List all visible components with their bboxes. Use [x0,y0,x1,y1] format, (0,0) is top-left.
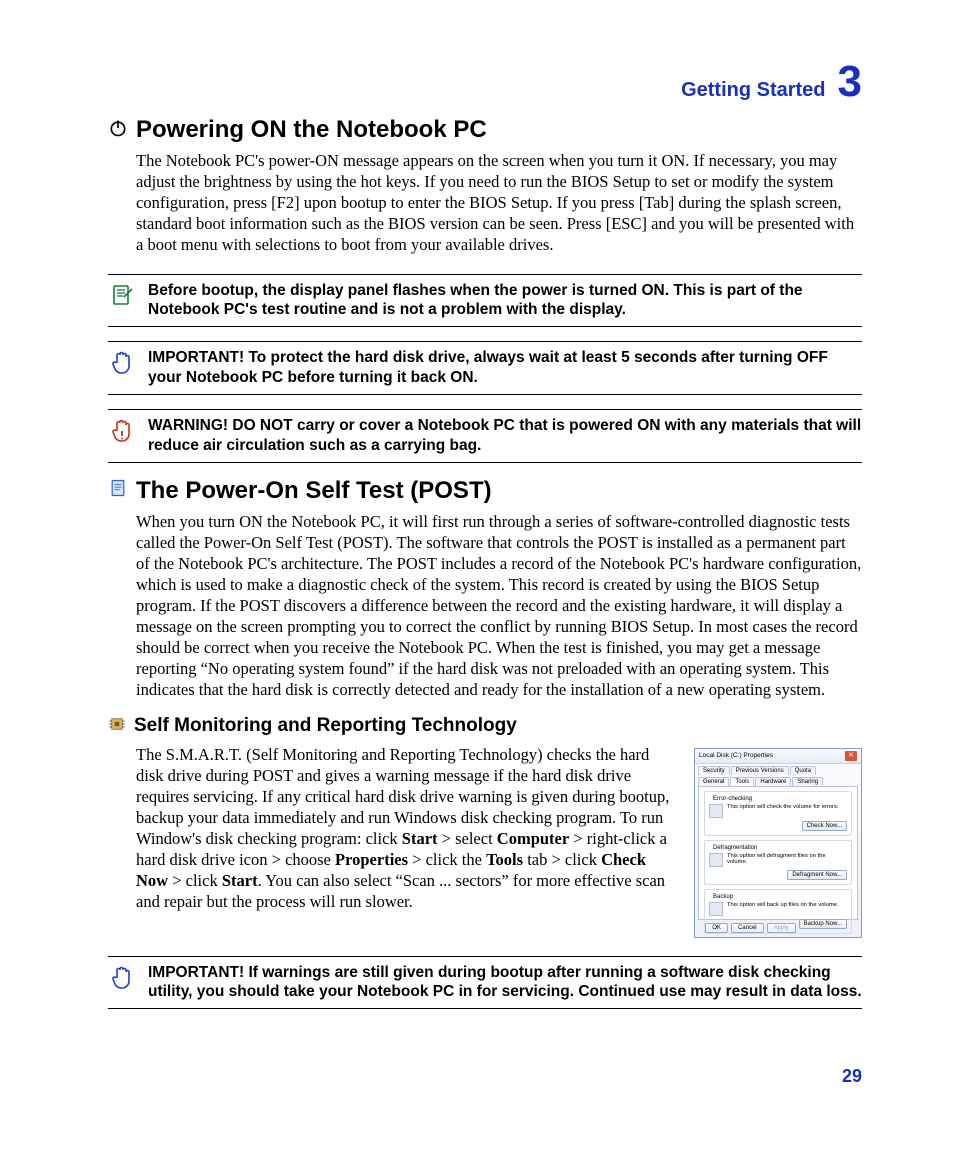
chapter-number: 3 [838,60,862,104]
tab-sharing[interactable]: Sharing [792,777,823,786]
section-heading: The Power-On Self Test (POST) [136,477,492,505]
document-icon [108,478,128,503]
note-text: IMPORTANT! If warnings are still given d… [148,963,862,1003]
apply-button[interactable]: Apply [767,923,796,933]
page-number: 29 [842,1066,862,1087]
properties-dialog: Local Disk (C:) Properties ✕ Security Pr… [694,748,862,938]
section-post: The Power-On Self Test (POST) When you t… [108,477,862,938]
tab-tools[interactable]: Tools [730,777,754,786]
note-text: WARNING! DO NOT carry or cover a Noteboo… [148,416,862,456]
chapter-header: Getting Started 3 [108,60,862,104]
check-now-button[interactable]: Check Now... [802,821,847,831]
dialog-title: Local Disk (C:) Properties [699,752,773,759]
tab-previous-versions[interactable]: Previous Versions [731,766,789,775]
tab-security[interactable]: Security [698,766,730,775]
manual-page: Getting Started 3 Powering ON the Notebo… [0,0,954,1149]
dialog-tab-row-1: Security Previous Versions Quota [695,764,861,775]
dialog-tab-row-2: General Tools Hardware Sharing [695,775,861,786]
section-body: When you turn ON the Notebook PC, it wil… [136,511,862,701]
power-icon [108,118,128,143]
note-important-servicing: IMPORTANT! If warnings are still given d… [108,956,862,1010]
note-important: IMPORTANT! To protect the hard disk driv… [108,341,862,395]
subsection-body: The S.M.A.R.T. (Self Monitoring and Repo… [136,744,680,913]
chip-icon [108,715,126,738]
tab-quota[interactable]: Quota [790,766,816,775]
defrag-icon [709,853,723,867]
ok-button[interactable]: OK [705,923,728,933]
defragment-now-button[interactable]: Defragment Now... [787,870,847,880]
cancel-button[interactable]: Cancel [731,923,764,933]
hand-stop-icon [108,348,136,376]
section-heading: Powering ON the Notebook PC [136,116,487,144]
note-icon [108,281,136,307]
note-text: Before bootup, the display panel flashes… [148,281,862,321]
chapter-title: Getting Started [681,79,825,102]
section-powering-on: Powering ON the Notebook PC The Notebook… [108,116,862,256]
note-text: IMPORTANT! To protect the hard disk driv… [148,348,862,388]
disk-check-icon [709,804,723,818]
note-warning: WARNING! DO NOT carry or cover a Noteboo… [108,409,862,463]
subsection-heading: Self Monitoring and Reporting Technology [134,715,517,737]
backup-now-button[interactable]: Backup Now... [799,919,847,929]
note-info: Before bootup, the display panel flashes… [108,274,862,328]
close-icon[interactable]: ✕ [845,751,857,761]
hand-warning-icon [108,416,136,444]
group-error-checking: Error-checking This option will check th… [704,791,852,836]
hand-stop-icon [108,963,136,991]
tab-hardware[interactable]: Hardware [755,777,791,786]
group-defragmentation: Defragmentation This option will defragm… [704,840,852,885]
section-body: The Notebook PC's power-ON message appea… [136,150,862,256]
tab-general[interactable]: General [698,777,729,786]
backup-icon [709,902,723,916]
